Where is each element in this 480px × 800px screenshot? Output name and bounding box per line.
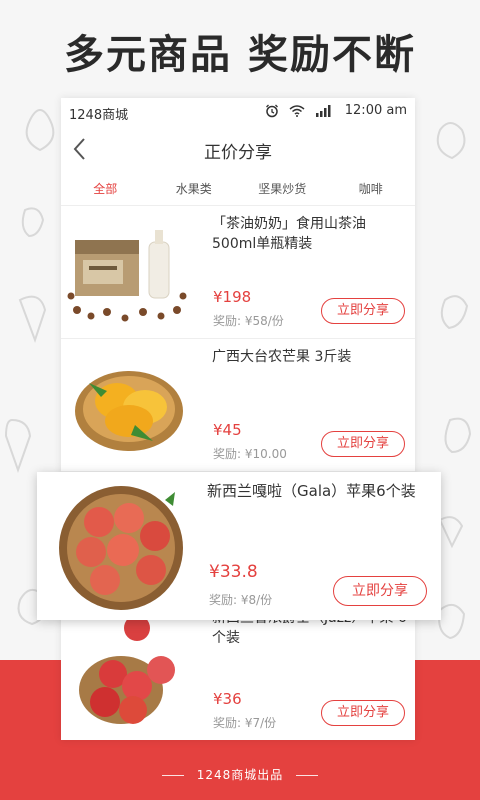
product-reward: 奖励: ¥10.00: [213, 447, 287, 461]
product-item[interactable]: 新西兰香浓爵士（Jazz）苹果 6个装 ¥36 奖励: ¥7/份 立即分享: [61, 608, 415, 740]
footer-divider-right: [296, 775, 319, 776]
phone-screen: 1248商城 12:00 am 正价分享 全部 水果类 坚果炒货 咖啡 「茶油奶…: [61, 98, 415, 740]
product-price: ¥36: [213, 690, 242, 708]
footer-credit: 1248商城出品: [0, 766, 480, 783]
tab-coffee[interactable]: 咖啡: [327, 176, 416, 205]
share-now-button[interactable]: 立即分享: [321, 298, 405, 324]
share-now-button[interactable]: 立即分享: [333, 576, 427, 606]
status-bar: 1248商城 12:00 am: [61, 98, 415, 126]
status-time: 12:00 am: [344, 103, 407, 118]
tab-all[interactable]: 全部: [61, 176, 150, 205]
product-name: 「茶油奶奶」食用山茶油500ml单瓶精装: [212, 216, 366, 252]
product-price: ¥33.8: [209, 562, 258, 582]
footer-text: 1248商城出品: [196, 768, 284, 782]
product-name: 广西大台农芒果 3斤装: [212, 349, 352, 365]
product-image-mango: [75, 371, 183, 451]
page-title: 正价分享: [204, 143, 272, 163]
status-app-name: 1248商城: [69, 108, 129, 123]
product-reward: 奖励: ¥8/份: [209, 593, 273, 607]
tab-nuts[interactable]: 坚果炒货: [238, 176, 327, 205]
wifi-icon: [289, 104, 305, 117]
alarm-icon: [265, 104, 278, 117]
signal-icon: [315, 104, 331, 117]
promo-headline: 多元商品 奖励不断: [64, 32, 416, 78]
product-reward: 奖励: ¥58/份: [213, 314, 284, 328]
product-price: ¥45: [213, 421, 242, 439]
product-item[interactable]: 「茶油奶奶」食用山茶油500ml单瓶精装 ¥198 奖励: ¥58/份 立即分享: [61, 206, 415, 339]
share-now-button[interactable]: 立即分享: [321, 431, 405, 457]
product-reward: 奖励: ¥7/份: [213, 716, 277, 730]
product-image-jazz-apple: [79, 615, 175, 724]
footer-divider-left: [161, 775, 184, 776]
product-image-gala-apple: [59, 486, 183, 610]
product-price: ¥198: [213, 288, 252, 306]
product-item[interactable]: 广西大台农芒果 3斤装 ¥45 奖励: ¥10.00 立即分享: [61, 339, 415, 472]
share-now-button[interactable]: 立即分享: [321, 700, 405, 726]
product-name: 新西兰嘎啦（Gala）苹果6个装: [207, 482, 416, 500]
product-image-camellia-oil: [67, 230, 187, 322]
tab-fruit[interactable]: 水果类: [150, 176, 239, 205]
navigation-bar: 正价分享: [61, 126, 415, 172]
category-tabs: 全部 水果类 坚果炒货 咖啡: [61, 176, 415, 206]
product-item-highlighted[interactable]: 新西兰嘎啦（Gala）苹果6个装 ¥33.8 奖励: ¥8/份 立即分享: [37, 472, 441, 620]
